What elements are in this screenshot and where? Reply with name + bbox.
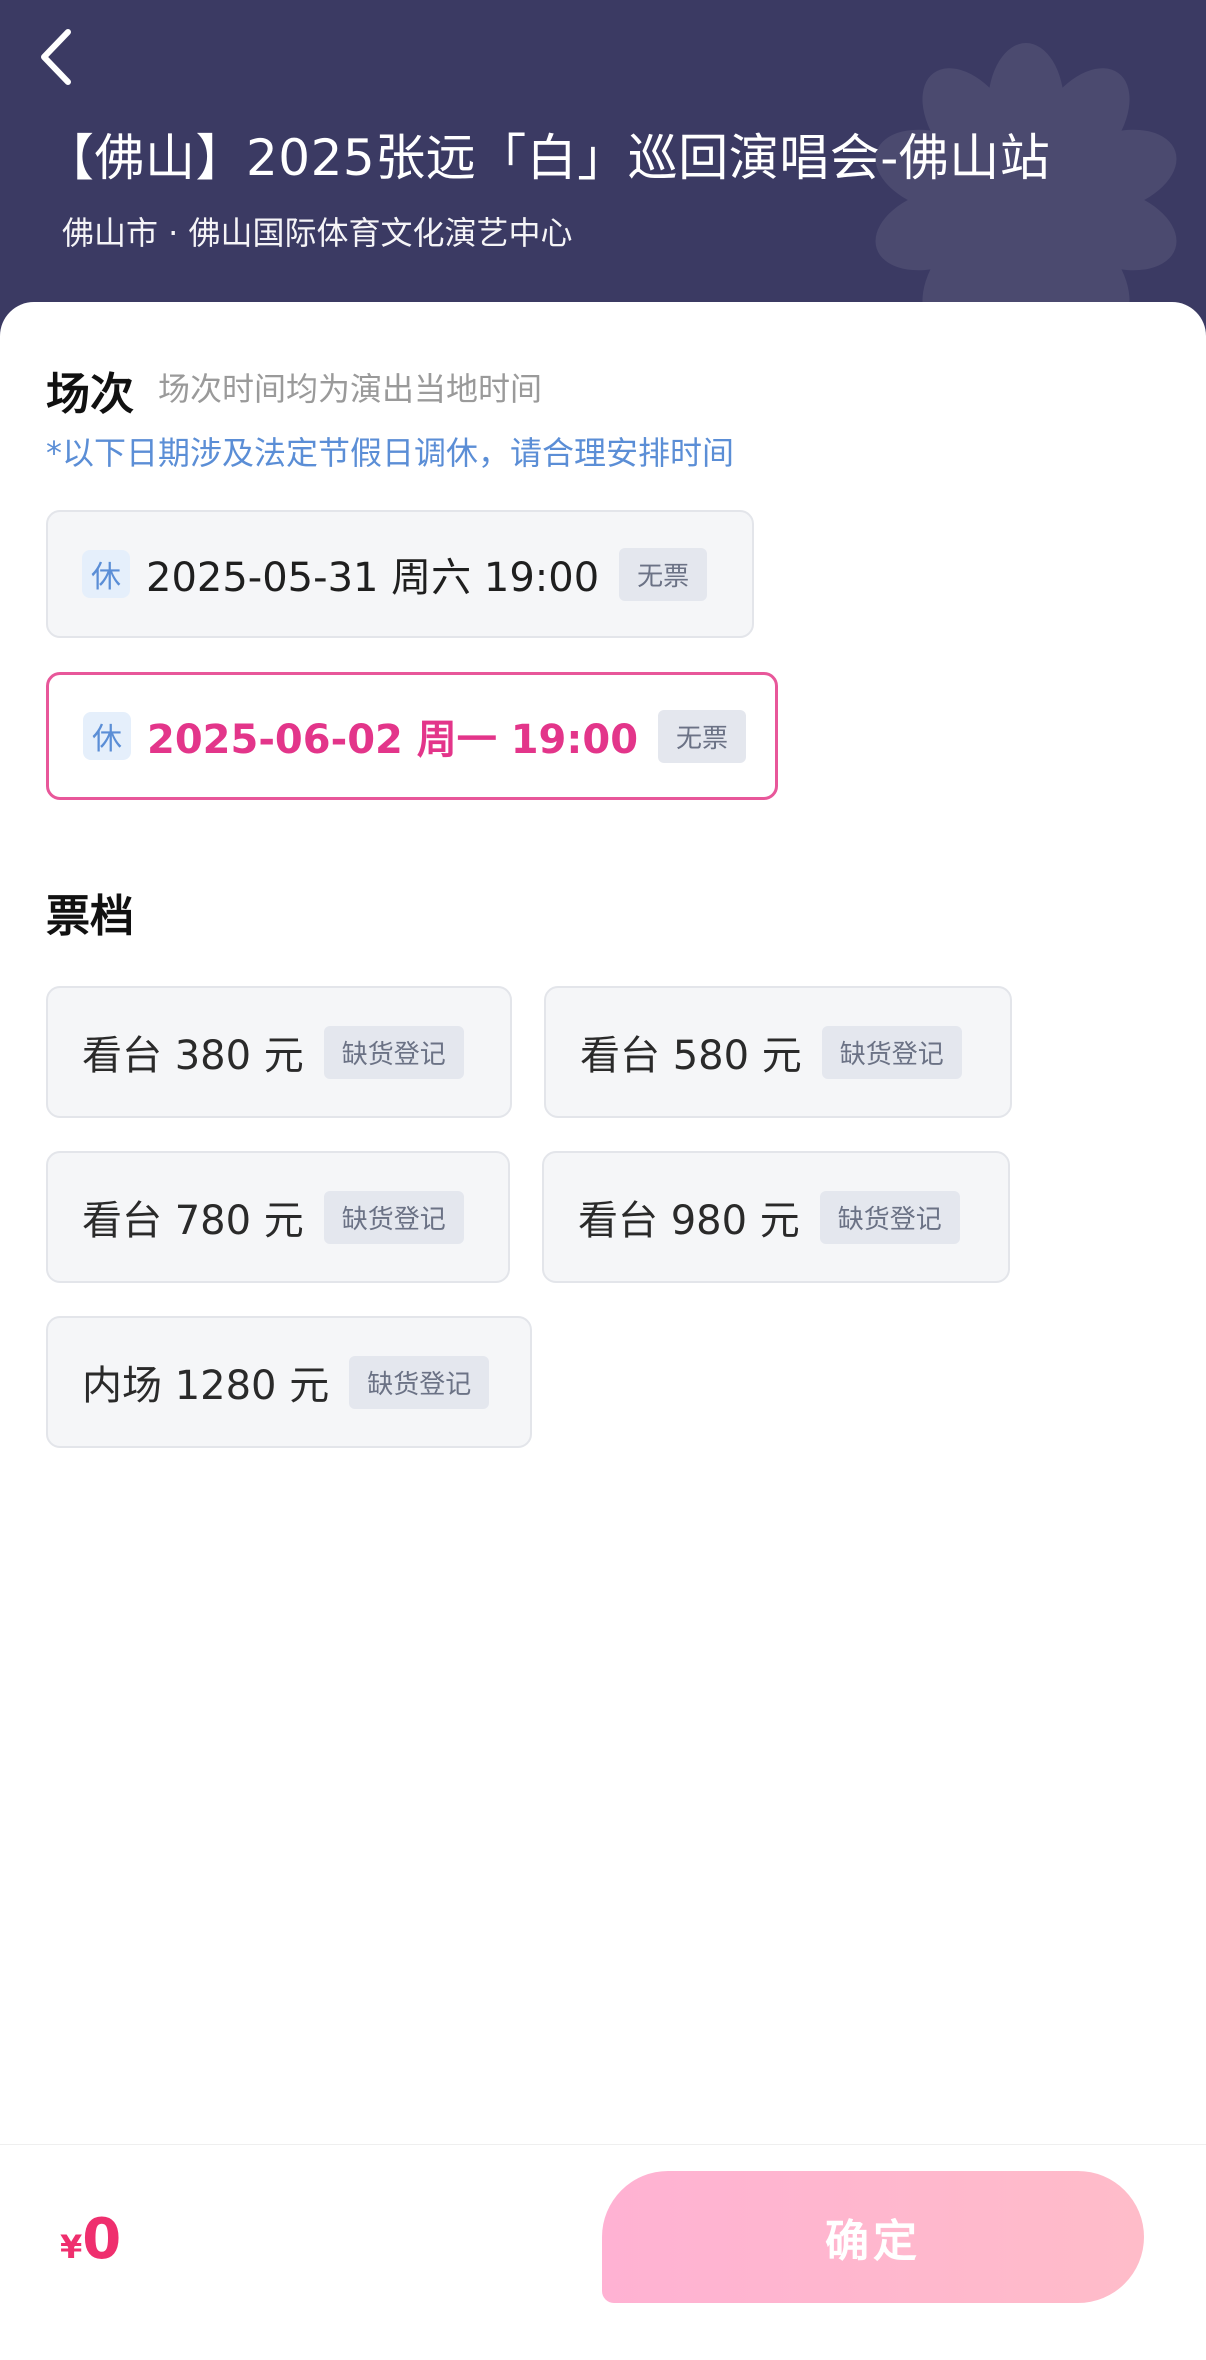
waitlist-badge: 缺货登记 — [349, 1355, 490, 1409]
event-title: 【佛山】2025张远「白」巡回演唱会-佛山站 — [44, 129, 1051, 187]
ticket-tier-option[interactable]: 内场 1280 元 缺货登记 — [46, 1316, 532, 1448]
currency-symbol: ¥ — [60, 2228, 83, 2266]
sold-out-badge: 无票 — [619, 547, 708, 601]
price-amount: 0 — [82, 2207, 122, 2272]
selection-sheet: 场次 场次时间均为演出当地时间 *以下日期涉及法定节假日调休，请合理安排时间 休… — [0, 302, 1206, 2359]
tier-label: 看台 780 元 — [82, 1198, 304, 1244]
rest-day-badge: 休 — [82, 550, 130, 598]
waitlist-badge: 缺货登记 — [323, 1025, 464, 1079]
ticket-tier-option[interactable]: 看台 980 元 缺货登记 — [542, 1151, 1010, 1283]
back-button[interactable] — [32, 22, 88, 92]
ticket-tier-option[interactable]: 看台 380 元 缺货登记 — [46, 986, 512, 1118]
session-datetime: 2025-06-02 周一 19:00 — [147, 717, 639, 763]
ticket-tier-option[interactable]: 看台 580 元 缺货登记 — [544, 986, 1012, 1118]
sessions-title: 场次 — [46, 369, 134, 420]
session-datetime: 2025-05-31 周六 19:00 — [146, 555, 600, 601]
sessions-hint: 场次时间均为演出当地时间 — [158, 370, 543, 408]
tiers-title: 票档 — [46, 891, 134, 942]
waitlist-badge: 缺货登记 — [323, 1190, 464, 1244]
tier-label: 看台 380 元 — [82, 1033, 304, 1079]
tier-label: 看台 980 元 — [578, 1198, 800, 1244]
session-option[interactable]: 休 2025-05-31 周六 19:00 无票 — [46, 510, 754, 638]
session-option-selected[interactable]: 休 2025-06-02 周一 19:00 无票 — [46, 672, 778, 800]
event-venue: 佛山市 · 佛山国际体育文化演艺中心 — [62, 214, 573, 252]
sold-out-badge: 无票 — [658, 709, 747, 763]
chevron-left-icon — [41, 29, 71, 85]
holiday-notice: *以下日期涉及法定节假日调休，请合理安排时间 — [46, 434, 735, 472]
confirm-button[interactable]: 确定 — [602, 2171, 1144, 2303]
tier-label: 内场 1280 元 — [82, 1363, 330, 1409]
waitlist-badge: 缺货登记 — [819, 1190, 960, 1244]
tier-label: 看台 580 元 — [580, 1033, 802, 1079]
waitlist-badge: 缺货登记 — [821, 1025, 962, 1079]
rest-day-badge: 休 — [83, 712, 131, 760]
ticket-tier-option[interactable]: 看台 780 元 缺货登记 — [46, 1151, 510, 1283]
checkout-bar: ¥0 确定 — [0, 2144, 1206, 2360]
total-price: ¥0 — [60, 2207, 121, 2272]
